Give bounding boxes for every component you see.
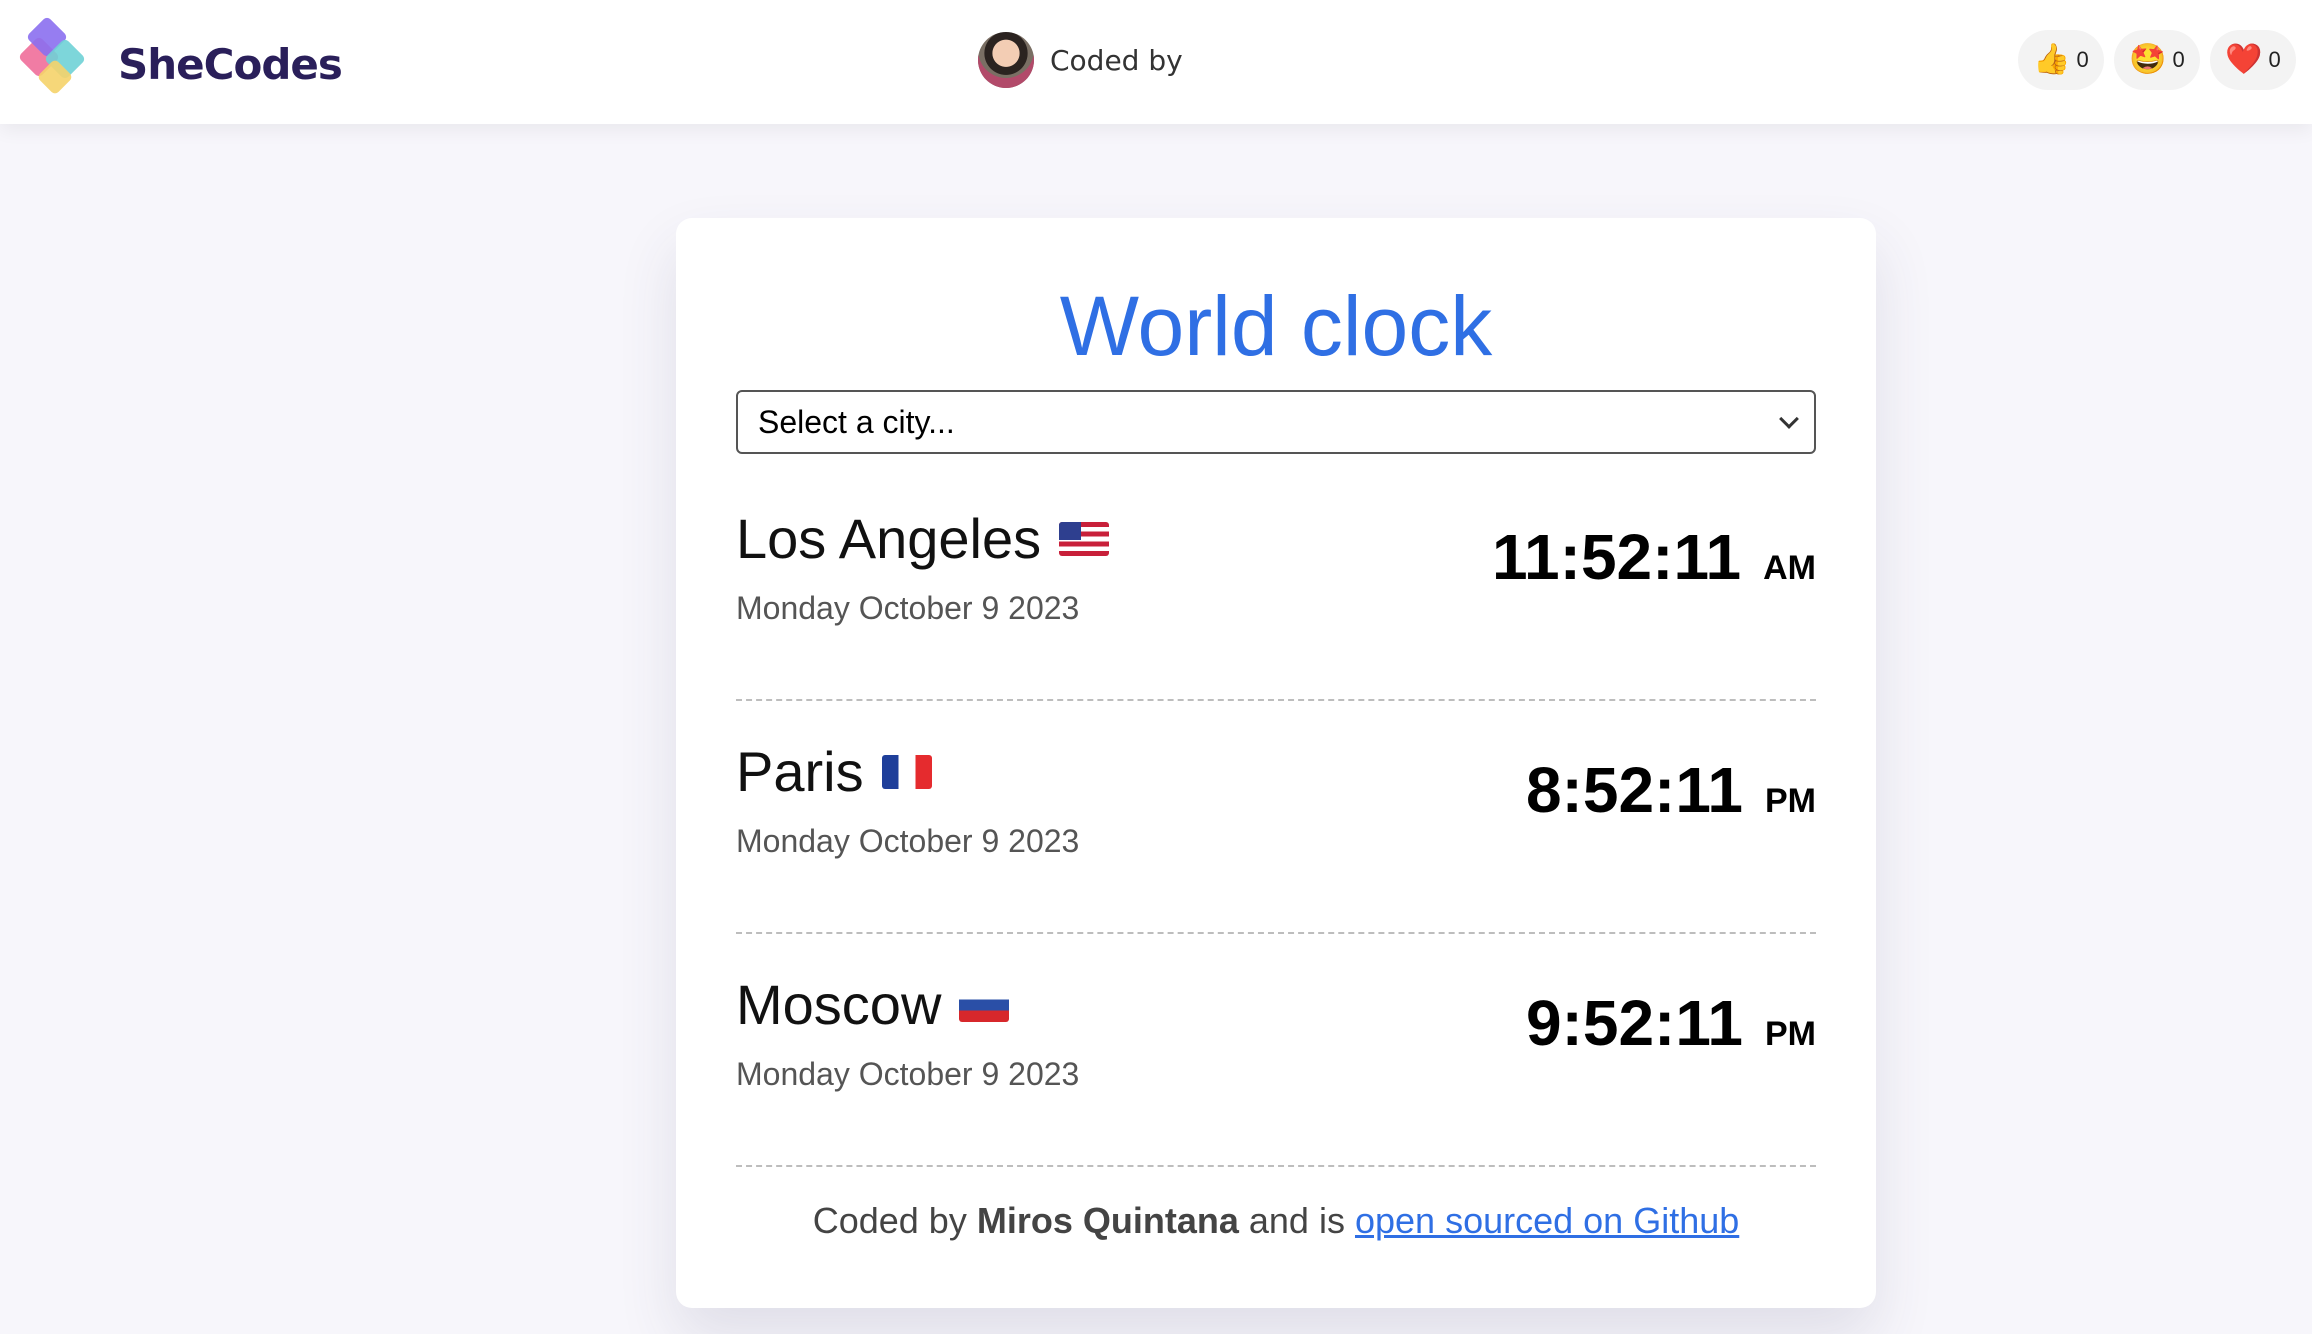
ru-flag-icon	[959, 987, 1010, 1022]
heart-icon: ❤️	[2225, 43, 2263, 76]
shecodes-logo-link[interactable]: SheCodes	[16, 16, 343, 112]
page-title: World clock	[1059, 279, 1493, 373]
reaction-count: 0	[2172, 47, 2185, 72]
reactions: 👍 0 🤩 0 ❤️ 0	[2018, 30, 2296, 90]
city-name: Los Angeles	[736, 506, 1110, 571]
thumbs-up-reaction-button[interactable]: 👍 0	[2018, 30, 2104, 90]
top-bar: SheCodes Coded by 👍 0 🤩 0 ❤️ 0	[0, 0, 2312, 124]
avatar	[978, 32, 1034, 88]
heart-reaction-button[interactable]: ❤️ 0	[2210, 30, 2296, 90]
city-time-ampm: AM	[1763, 549, 1816, 587]
star-struck-reaction-button[interactable]: 🤩 0	[2114, 30, 2200, 90]
city-row-moscow: Moscow Monday October 9 2023 9:52:11 PM	[736, 934, 1816, 1167]
footer-prefix: Coded by	[812, 1200, 967, 1241]
city-select-value: Select a city...	[758, 403, 955, 440]
thumbs-up-icon: 👍	[2033, 43, 2071, 76]
star-struck-icon: 🤩	[2129, 43, 2167, 76]
city-name: Moscow	[736, 972, 1010, 1037]
city-name: Paris	[736, 739, 932, 804]
city-time-ampm: PM	[1765, 782, 1816, 820]
city-date: Monday October 9 2023	[736, 590, 1080, 626]
reaction-count: 0	[2268, 47, 2281, 72]
city-time-value: 8:52:11	[1525, 754, 1743, 826]
footer-author: Miros Quintana	[976, 1200, 1239, 1241]
footer-middle: and is	[1248, 1200, 1345, 1241]
author-label: Coded by	[1050, 43, 1183, 77]
city-date: Monday October 9 2023	[736, 1056, 1080, 1092]
city-row-paris: Paris Monday October 9 2023 8:52:11 PM	[736, 701, 1816, 934]
shecodes-logo-icon	[16, 16, 112, 112]
city-select[interactable]: Select a city...	[736, 390, 1816, 454]
brand-name: SheCodes	[118, 39, 343, 89]
city-time-value: 11:52:11	[1491, 521, 1742, 593]
city-time: 9:52:11 PM	[1526, 986, 1816, 1060]
fr-flag-icon	[881, 754, 932, 789]
city-time-value: 9:52:11	[1525, 987, 1743, 1059]
city-name-text: Paris	[736, 740, 864, 803]
city-name-text: Los Angeles	[736, 507, 1042, 570]
us-flag-icon	[1059, 521, 1110, 556]
footer: Coded by Miros Quintana and is open sour…	[676, 1200, 1876, 1242]
city-name-text: Moscow	[736, 973, 942, 1036]
github-link[interactable]: open sourced on Github	[1355, 1200, 1739, 1241]
city-time: 8:52:11 PM	[1526, 753, 1816, 827]
chevron-down-icon	[1779, 409, 1799, 429]
world-clock-card: World clock Select a city... Los Angeles…	[676, 218, 1876, 1308]
author-link[interactable]: Coded by	[978, 32, 1183, 88]
city-time-ampm: PM	[1765, 1015, 1816, 1053]
city-date: Monday October 9 2023	[736, 823, 1080, 859]
reaction-count: 0	[2076, 47, 2089, 72]
city-time: 11:52:11 AM	[1492, 520, 1816, 594]
city-row-los-angeles: Los Angeles Monday October 9 2023 11:52:…	[736, 468, 1816, 701]
